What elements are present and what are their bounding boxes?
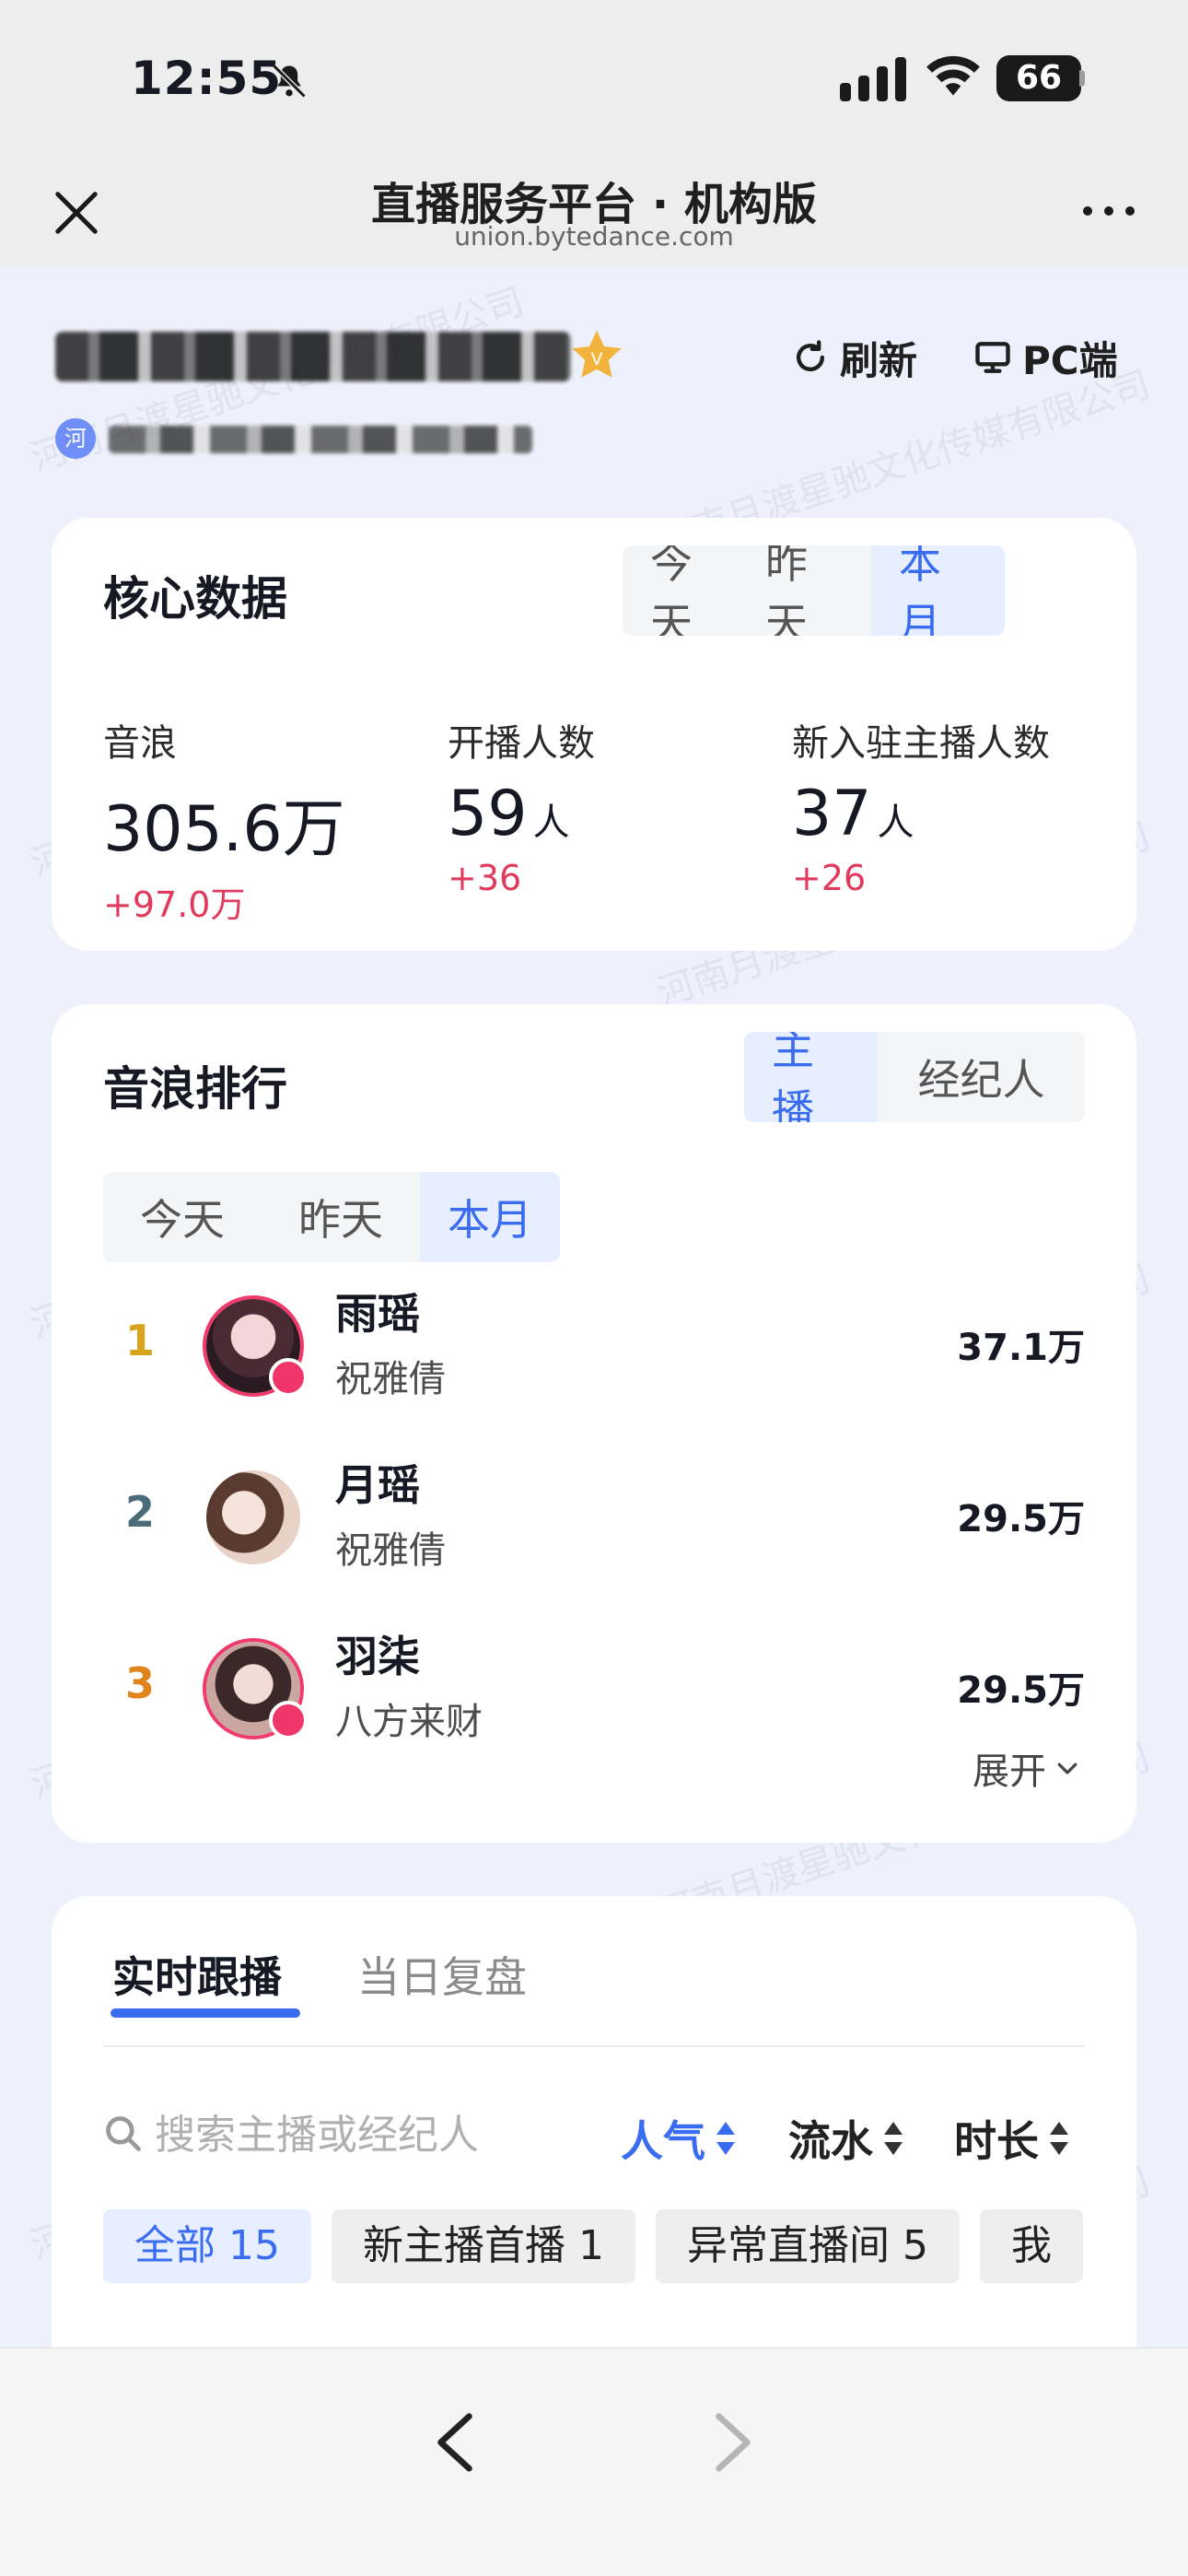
ranking-period-tabs: 今天 昨天 本月 xyxy=(103,1172,560,1262)
status-bar: 12:55 66 xyxy=(0,0,1188,147)
metric-label: 新入驻主播人数 xyxy=(792,722,1050,765)
live-badge-icon xyxy=(269,1358,308,1397)
role-tab-agent[interactable]: 经纪人 xyxy=(878,1032,1085,1122)
chip-mine[interactable]: 我 xyxy=(979,2209,1083,2283)
sound-wave-value: 29.5万 xyxy=(957,1669,1085,1712)
metric-delta: +97.0万 xyxy=(103,884,246,925)
page-url: union.bytedance.com xyxy=(454,221,734,252)
verified-badge-icon: V xyxy=(572,330,622,378)
rank-row-1[interactable]: 1 雨瑶 祝雅倩 37.1万 xyxy=(52,1281,1136,1428)
core-tab-yesterday[interactable]: 昨天 xyxy=(738,545,871,636)
sort-popularity[interactable]: 人气 xyxy=(621,2108,739,2169)
chip-abnormal[interactable]: 异常直播间 5 xyxy=(655,2209,960,2283)
sort-arrows-icon xyxy=(884,2122,903,2155)
streamer-name: 雨瑶 xyxy=(335,1289,420,1339)
tab-live-follow[interactable]: 实时跟播 xyxy=(112,1944,282,2005)
metric-unit: 人 xyxy=(532,802,570,844)
search-input[interactable] xyxy=(155,2102,569,2167)
metric-label: 开播人数 xyxy=(448,722,595,765)
wifi-icon xyxy=(926,55,980,96)
metric-number: 37 xyxy=(792,778,872,850)
metric-delta: +36 xyxy=(448,858,522,898)
search-icon xyxy=(106,2116,141,2151)
metric-streamers: 开播人数 59 人 +36 xyxy=(448,713,595,898)
metric-label: 音浪 xyxy=(103,722,177,765)
sort-revenue[interactable]: 流水 xyxy=(788,2108,906,2169)
agent-name: 祝雅倩 xyxy=(335,1358,446,1400)
chevron-down-icon xyxy=(1057,1762,1077,1774)
ranking-role-tabs: 主播 经纪人 xyxy=(744,1032,1085,1122)
streamer-name: 羽柒 xyxy=(335,1632,420,1681)
sort-arrows-icon xyxy=(1050,2122,1068,2155)
role-tab-streamer[interactable]: 主播 xyxy=(744,1032,878,1122)
sort-arrows-icon xyxy=(716,2122,735,2155)
bell-muted-icon xyxy=(272,64,307,99)
agent-name: 祝雅倩 xyxy=(335,1529,446,1572)
core-period-tabs: 今天 昨天 本月 xyxy=(623,545,1005,636)
live-badge-icon xyxy=(269,1701,308,1739)
ranking-card: 音浪排行 主播 经纪人 今天 昨天 本月 1 雨瑶 祝雅倩 37.1万 2 月瑶… xyxy=(52,1004,1136,1843)
live-tracking-card: 实时跟播 当日复盘 人气 流水 时长 全部 15 新主播首播 1 异常直播间 5 我 xyxy=(52,1896,1136,2412)
metric-number: 59 xyxy=(448,778,528,850)
core-tab-month[interactable]: 本月 xyxy=(871,545,1005,636)
metric-delta: +26 xyxy=(792,858,867,898)
nav-bar: 直播服务平台 · 机构版 union.bytedance.com xyxy=(0,147,1188,267)
chip-new-streamer[interactable]: 新主播首播 1 xyxy=(331,2209,635,2283)
rank-number: 2 xyxy=(125,1487,156,1537)
org-sub-icon: 河 xyxy=(55,418,96,459)
core-data-title: 核心数据 xyxy=(103,572,287,626)
sort-label: 时长 xyxy=(954,2116,1039,2166)
rank-number: 1 xyxy=(125,1316,156,1365)
core-tab-today[interactable]: 今天 xyxy=(623,545,738,636)
sound-wave-value: 29.5万 xyxy=(957,1498,1085,1540)
refresh-button[interactable]: 刷新 xyxy=(790,328,917,387)
metric-number: 305.6万 xyxy=(103,793,345,866)
agent-name: 八方来财 xyxy=(335,1701,483,1743)
cellular-signal-icon xyxy=(840,57,906,101)
metric-value: 305.6万 xyxy=(103,778,351,869)
filter-chips: 全部 15 新主播首播 1 异常直播间 5 我 xyxy=(103,2209,1085,2287)
metric-value: 37 人 xyxy=(792,778,1050,850)
tab-daily-review[interactable]: 当日复盘 xyxy=(357,1944,527,2005)
streamer-name: 月瑶 xyxy=(335,1460,420,1510)
forward-arrow-icon[interactable] xyxy=(709,2409,757,2476)
svg-text:V: V xyxy=(591,350,603,369)
active-tab-indicator xyxy=(111,2008,300,2018)
ranking-title: 音浪排行 xyxy=(103,1062,287,1116)
org-sub-redacted xyxy=(109,426,532,453)
monitor-icon xyxy=(975,342,1010,373)
rank-number: 3 xyxy=(125,1658,156,1708)
tab-divider xyxy=(103,2045,1085,2047)
sort-label: 人气 xyxy=(621,2116,705,2166)
metric-unit: 人 xyxy=(877,802,914,844)
more-icon[interactable] xyxy=(1081,205,1136,217)
rank-tab-month[interactable]: 本月 xyxy=(420,1172,560,1262)
battery-level: 66 xyxy=(1015,59,1063,97)
browser-bottom-bar xyxy=(0,2348,1188,2576)
refresh-label: 刷新 xyxy=(840,337,918,383)
back-arrow-icon[interactable] xyxy=(431,2409,479,2476)
rank-row-2[interactable]: 2 月瑶 祝雅倩 29.5万 xyxy=(52,1452,1136,1599)
rank-tab-yesterday[interactable]: 昨天 xyxy=(262,1172,420,1262)
pc-button[interactable]: PC端 xyxy=(973,328,1118,387)
pc-label: PC端 xyxy=(1022,337,1118,383)
sort-duration[interactable]: 时长 xyxy=(954,2108,1072,2169)
metric-sound-wave: 音浪 305.6万 +97.0万 xyxy=(103,713,351,927)
refresh-icon xyxy=(796,340,825,372)
avatar xyxy=(203,1467,304,1568)
status-time: 12:55 xyxy=(131,52,283,105)
metric-new-streamers: 新入驻主播人数 37 人 +26 xyxy=(792,713,1050,898)
expand-label: 展开 xyxy=(973,1751,1046,1793)
rank-tab-today[interactable]: 今天 xyxy=(103,1172,262,1262)
sort-label: 流水 xyxy=(788,2116,873,2166)
org-name-redacted xyxy=(55,332,571,381)
core-data-card: 核心数据 今天 昨天 本月 音浪 305.6万 +97.0万 开播人数 59 人 … xyxy=(52,518,1136,951)
chip-all[interactable]: 全部 15 xyxy=(103,2209,311,2283)
metric-value: 59 人 xyxy=(448,778,595,850)
live-tabs: 实时跟播 当日复盘 xyxy=(112,1944,527,2005)
expand-button[interactable]: 展开 xyxy=(973,1741,1081,1795)
sound-wave-value: 37.1万 xyxy=(957,1327,1085,1369)
